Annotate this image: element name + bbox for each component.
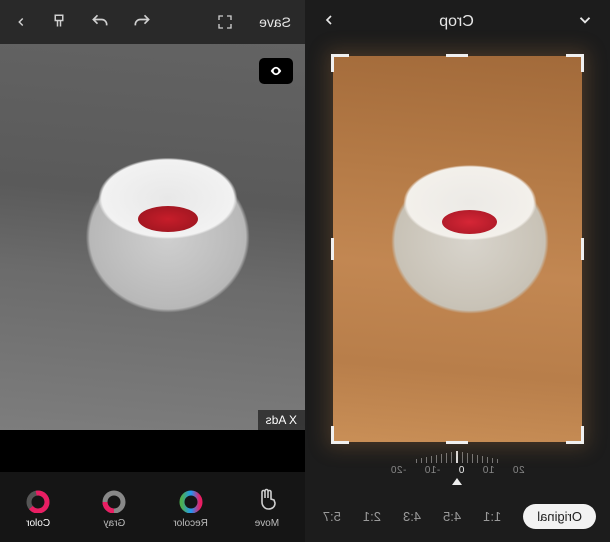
image-preview-gray <box>0 44 305 430</box>
crop-canvas[interactable] <box>305 44 610 446</box>
crop-handle-br[interactable] <box>331 426 349 444</box>
color-icon <box>24 486 52 514</box>
dial-labels: 20 10 0 -10 -20 <box>390 465 524 476</box>
crop-handle-bottom[interactable] <box>447 441 469 444</box>
tool-bar: Move Recolor Gray Color <box>0 472 305 542</box>
gray-icon <box>100 486 128 514</box>
tool-label: Recolor <box>173 518 207 529</box>
compare-toggle[interactable] <box>259 58 293 84</box>
page-title: Crop <box>439 13 474 31</box>
crop-handle-tl[interactable] <box>566 54 584 72</box>
hand-icon <box>253 486 281 514</box>
ad-strip <box>0 430 305 472</box>
tool-color[interactable]: Color <box>8 486 68 529</box>
tool-label: Move <box>255 518 279 529</box>
ratio-5-7[interactable]: 5:7 <box>323 509 341 524</box>
forward-icon[interactable] <box>14 15 28 29</box>
image-preview-color <box>333 56 582 442</box>
tool-label: Gray <box>104 518 126 529</box>
fullscreen-icon[interactable] <box>217 14 233 30</box>
dial-ticks <box>417 451 499 463</box>
dial-pointer-icon <box>453 478 463 485</box>
confirm-icon[interactable] <box>321 12 337 33</box>
ratio-4-3[interactable]: 4:3 <box>403 509 421 524</box>
editor-canvas[interactable]: X Ads <box>0 44 305 430</box>
back-icon[interactable] <box>576 11 594 34</box>
rotation-dial[interactable]: 20 10 0 -10 -20 <box>305 446 610 490</box>
undo-icon[interactable] <box>132 12 152 32</box>
redo-icon[interactable] <box>90 12 110 32</box>
crop-handle-bl[interactable] <box>566 426 584 444</box>
ratio-4-5[interactable]: 4:5 <box>443 509 461 524</box>
ads-badge[interactable]: X Ads <box>258 410 305 430</box>
recolor-icon <box>177 486 205 514</box>
ratio-1-1[interactable]: 1:1 <box>483 509 501 524</box>
tool-recolor[interactable]: Recolor <box>161 486 221 529</box>
tool-gray[interactable]: Gray <box>84 486 144 529</box>
ratio-original[interactable]: Original <box>523 504 596 529</box>
tool-move[interactable]: Move <box>237 486 297 529</box>
aspect-ratio-bar[interactable]: Original 1:1 4:5 4:3 2:1 5:7 <box>305 490 610 542</box>
brush-icon[interactable] <box>50 13 68 31</box>
ratio-2-1[interactable]: 2:1 <box>363 509 381 524</box>
crop-handle-top[interactable] <box>447 54 469 57</box>
crop-frame[interactable] <box>333 56 582 442</box>
save-button[interactable]: Save <box>259 14 291 30</box>
crop-handle-right[interactable] <box>331 238 334 260</box>
crop-handle-left[interactable] <box>581 238 584 260</box>
tool-label: Color <box>26 518 50 529</box>
crop-handle-tr[interactable] <box>331 54 349 72</box>
